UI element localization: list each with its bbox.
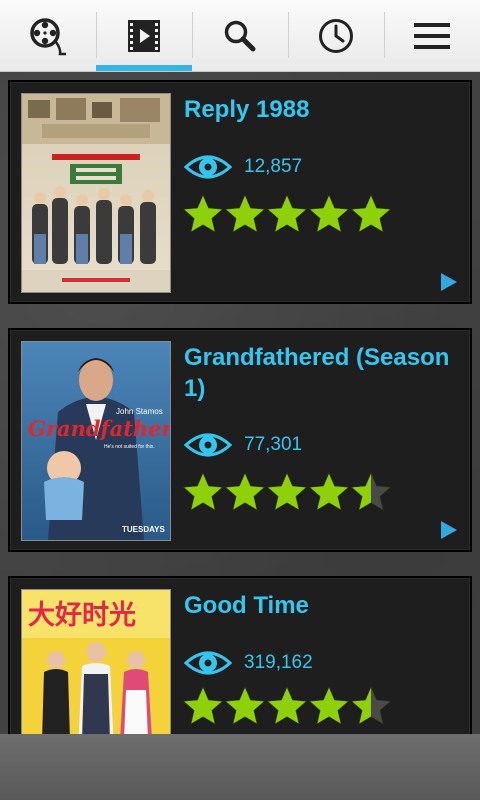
poster-reply-1988-image xyxy=(21,93,171,293)
rating-stars xyxy=(182,471,392,513)
star-full-icon xyxy=(224,194,266,233)
poster-day-text: TUESDAYS xyxy=(122,525,165,534)
eye-icon xyxy=(184,651,232,675)
star-full-icon xyxy=(308,472,350,511)
tab-film-reel[interactable] xyxy=(0,0,96,71)
tab-menu[interactable] xyxy=(384,0,480,71)
star-full-icon xyxy=(266,686,308,725)
show-list: Reply 1988 12,857 Grandfathe John Stamos… xyxy=(0,72,480,734)
search-icon xyxy=(224,20,256,51)
poster-actor-text: John Stamos xyxy=(116,407,163,416)
film-strip-icon xyxy=(128,19,160,52)
star-full-icon xyxy=(182,686,224,725)
star-half-icon xyxy=(350,472,392,511)
film-reel-icon xyxy=(30,17,66,55)
star-full-icon xyxy=(266,472,308,511)
poster-tagline-text: He's not suited for this. xyxy=(104,444,155,450)
poster-title-text: Grandfathered xyxy=(28,416,170,441)
poster-grandfathered-image: Grandfathered John Stamos He's not suite… xyxy=(21,341,171,541)
show-title: Good Time xyxy=(184,592,309,619)
show-title: Reply 1988 xyxy=(184,96,310,123)
tab-film-strip[interactable] xyxy=(96,0,192,71)
star-full-icon xyxy=(308,194,350,233)
view-count-value: 319,162 xyxy=(244,652,313,673)
star-full-icon xyxy=(350,194,392,233)
poster-title-text: 大好时光 xyxy=(28,600,136,631)
star-full-icon xyxy=(266,194,308,233)
show-title: Grandfathered (Season 1) xyxy=(184,344,450,402)
star-full-icon xyxy=(308,686,350,725)
star-full-icon xyxy=(182,472,224,511)
rating-stars xyxy=(182,193,392,235)
star-full-icon xyxy=(224,686,266,725)
clock-icon xyxy=(319,18,353,53)
star-full-icon xyxy=(224,472,266,511)
poster-good-time-image: 大好时光 xyxy=(21,589,171,734)
show-card-good-time[interactable]: 大好时光 Good Time 319,162 xyxy=(8,576,472,734)
view-count: 77,301 xyxy=(184,428,302,462)
eye-icon xyxy=(184,433,232,457)
play-arrow-icon[interactable] xyxy=(440,520,458,540)
show-card-grandfathered[interactable]: Grandfathered John Stamos He's not suite… xyxy=(8,328,472,552)
view-count: 319,162 xyxy=(184,646,313,680)
star-full-icon xyxy=(182,194,224,233)
top-tab-bar xyxy=(0,0,480,72)
eye-icon xyxy=(184,155,232,179)
view-count-value: 77,301 xyxy=(244,434,303,455)
view-count-value: 12,857 xyxy=(244,156,303,177)
view-count: 12,857 xyxy=(184,150,302,184)
menu-icon xyxy=(414,22,450,49)
tab-search[interactable] xyxy=(192,0,288,71)
bottom-bar xyxy=(0,734,480,800)
play-arrow-icon[interactable] xyxy=(440,272,458,292)
tab-history[interactable] xyxy=(288,0,384,71)
star-half-icon xyxy=(350,686,392,725)
show-card-reply-1988[interactable]: Reply 1988 12,857 xyxy=(8,80,472,304)
rating-stars xyxy=(182,685,392,727)
